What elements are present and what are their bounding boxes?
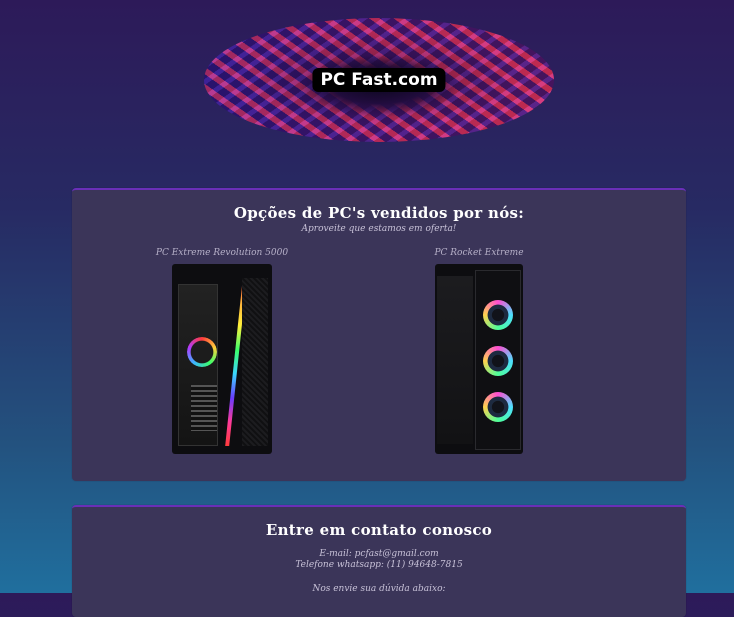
contact-title: Entre em contato conosco: [265, 521, 493, 539]
rgb-fan-icon: [483, 300, 513, 330]
side-panel: [178, 284, 218, 446]
pc-case-image[interactable]: [172, 264, 272, 454]
side-panel: [437, 276, 473, 444]
contact-email: E-mail: pcfast@gmail.com: [319, 549, 439, 559]
logo-banner: PC Fast.com: [204, 18, 554, 142]
products-title: Opções de PC's vendidos por nós:: [233, 204, 525, 222]
product-name: PC Rocket Extreme: [434, 248, 524, 258]
rgb-fan-icon: [483, 392, 513, 422]
contact-ask-label: Nos envie sua dúvida abaixo:: [312, 584, 446, 594]
contact-phone: Telefone whatsapp: (11) 94648-7815: [295, 560, 463, 570]
front-mesh: [242, 278, 268, 446]
contact-section: Entre em contato conosco E-mail: pcfast@…: [72, 505, 686, 617]
products-section: Opções de PC's vendidos por nós: Aprovei…: [72, 188, 686, 481]
logo-text: PC Fast.com: [312, 68, 446, 92]
product-card[interactable]: PC Extreme Revolution 5000: [122, 248, 322, 454]
ram-slots: [191, 385, 217, 431]
product-card[interactable]: PC Rocket Extreme: [379, 248, 579, 454]
pc-case-image[interactable]: [435, 264, 523, 454]
products-subtitle: Aproveite que estamos em oferta!: [301, 224, 457, 234]
product-name: PC Extreme Revolution 5000: [155, 248, 289, 258]
rgb-fan-ring: [187, 337, 217, 367]
rgb-fan-icon: [483, 346, 513, 376]
